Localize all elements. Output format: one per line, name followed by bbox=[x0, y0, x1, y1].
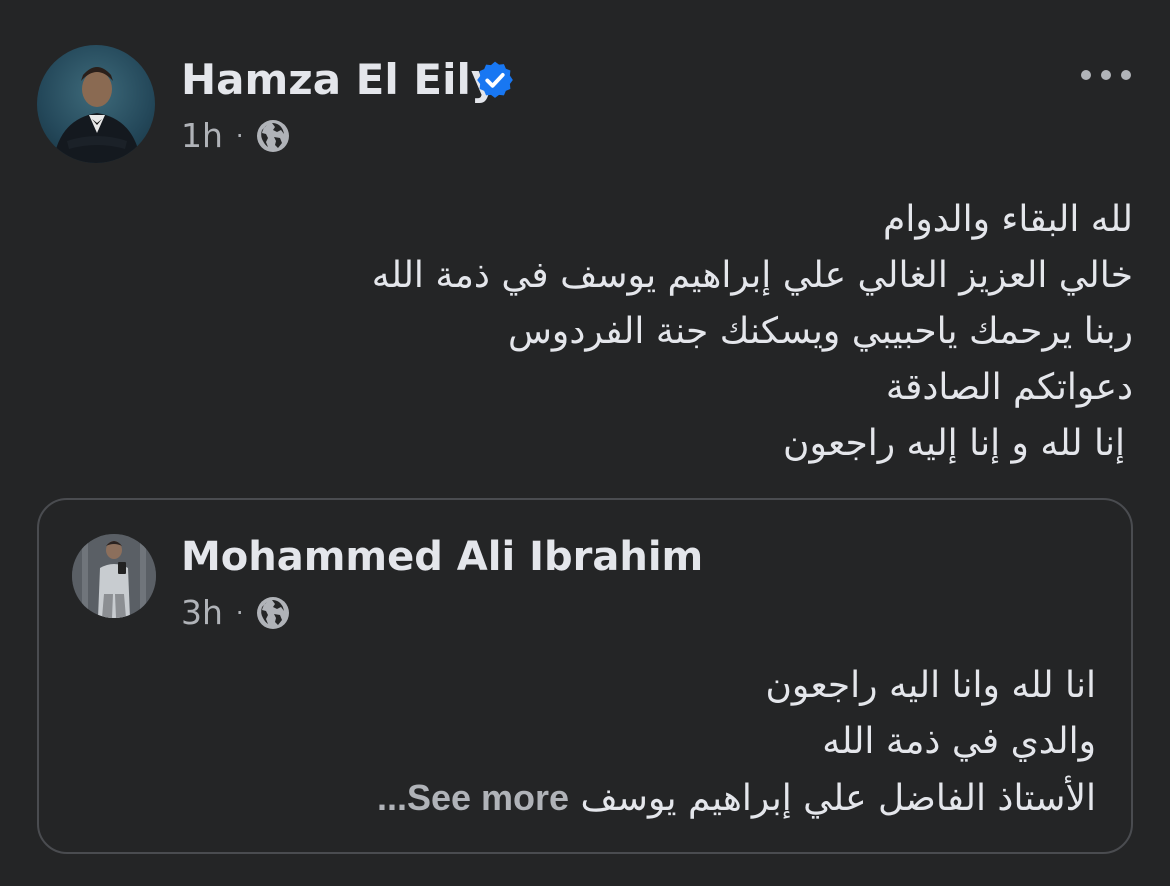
post-body: لله البقاء والدوام خالي العزيز الغالي عل… bbox=[372, 192, 1133, 472]
globe-icon[interactable] bbox=[255, 118, 291, 154]
verified-badge-icon bbox=[477, 61, 513, 98]
author-name[interactable]: Hamza El Eily bbox=[181, 54, 498, 106]
shared-post-line: والدي في ذمة الله bbox=[822, 721, 1096, 762]
post-line: إنا لله و إنا إليه راجعون bbox=[783, 423, 1125, 464]
author-avatar-image bbox=[53, 67, 141, 163]
post-time[interactable]: 1h bbox=[181, 116, 223, 156]
post-line: خالي العزيز الغالي علي إبراهيم يوسف في ذ… bbox=[371, 255, 1133, 296]
meta-separator: · bbox=[235, 122, 244, 150]
facebook-post: Hamza El Eily 1h · لله البقاء والدوام خا… bbox=[0, 0, 1170, 886]
globe-icon[interactable] bbox=[255, 595, 291, 631]
meta-separator: · bbox=[235, 599, 244, 627]
shared-author-name[interactable]: Mohammed Ali Ibrahim bbox=[181, 532, 703, 582]
see-more-link[interactable]: ...See more bbox=[377, 777, 569, 818]
shared-post-meta: 3h · bbox=[181, 593, 291, 633]
post-line: ربنا يرحمك ياحبيبي ويسكنك جنة الفردوس bbox=[507, 311, 1133, 352]
shared-author-avatar-image bbox=[72, 534, 156, 618]
shared-post-time[interactable]: 3h bbox=[181, 593, 223, 633]
shared-post-line: انا لله وانا اليه راجعون bbox=[765, 665, 1096, 706]
shared-post-body: انا لله وانا اليه راجعون والدي في ذمة ال… bbox=[377, 658, 1096, 827]
shared-author-avatar[interactable] bbox=[72, 534, 156, 618]
shared-post-last-line: الأستاذ الفاضل علي إبراهيم يوسف ...See m… bbox=[377, 770, 1096, 827]
more-options-icon[interactable] bbox=[1078, 62, 1134, 88]
author-avatar[interactable] bbox=[37, 45, 155, 163]
shared-post-line: الأستاذ الفاضل علي إبراهيم يوسف bbox=[580, 778, 1096, 819]
post-line: دعواتكم الصادقة bbox=[885, 367, 1133, 408]
post-meta: 1h · bbox=[181, 116, 291, 156]
post-line: لله البقاء والدوام bbox=[883, 199, 1133, 240]
